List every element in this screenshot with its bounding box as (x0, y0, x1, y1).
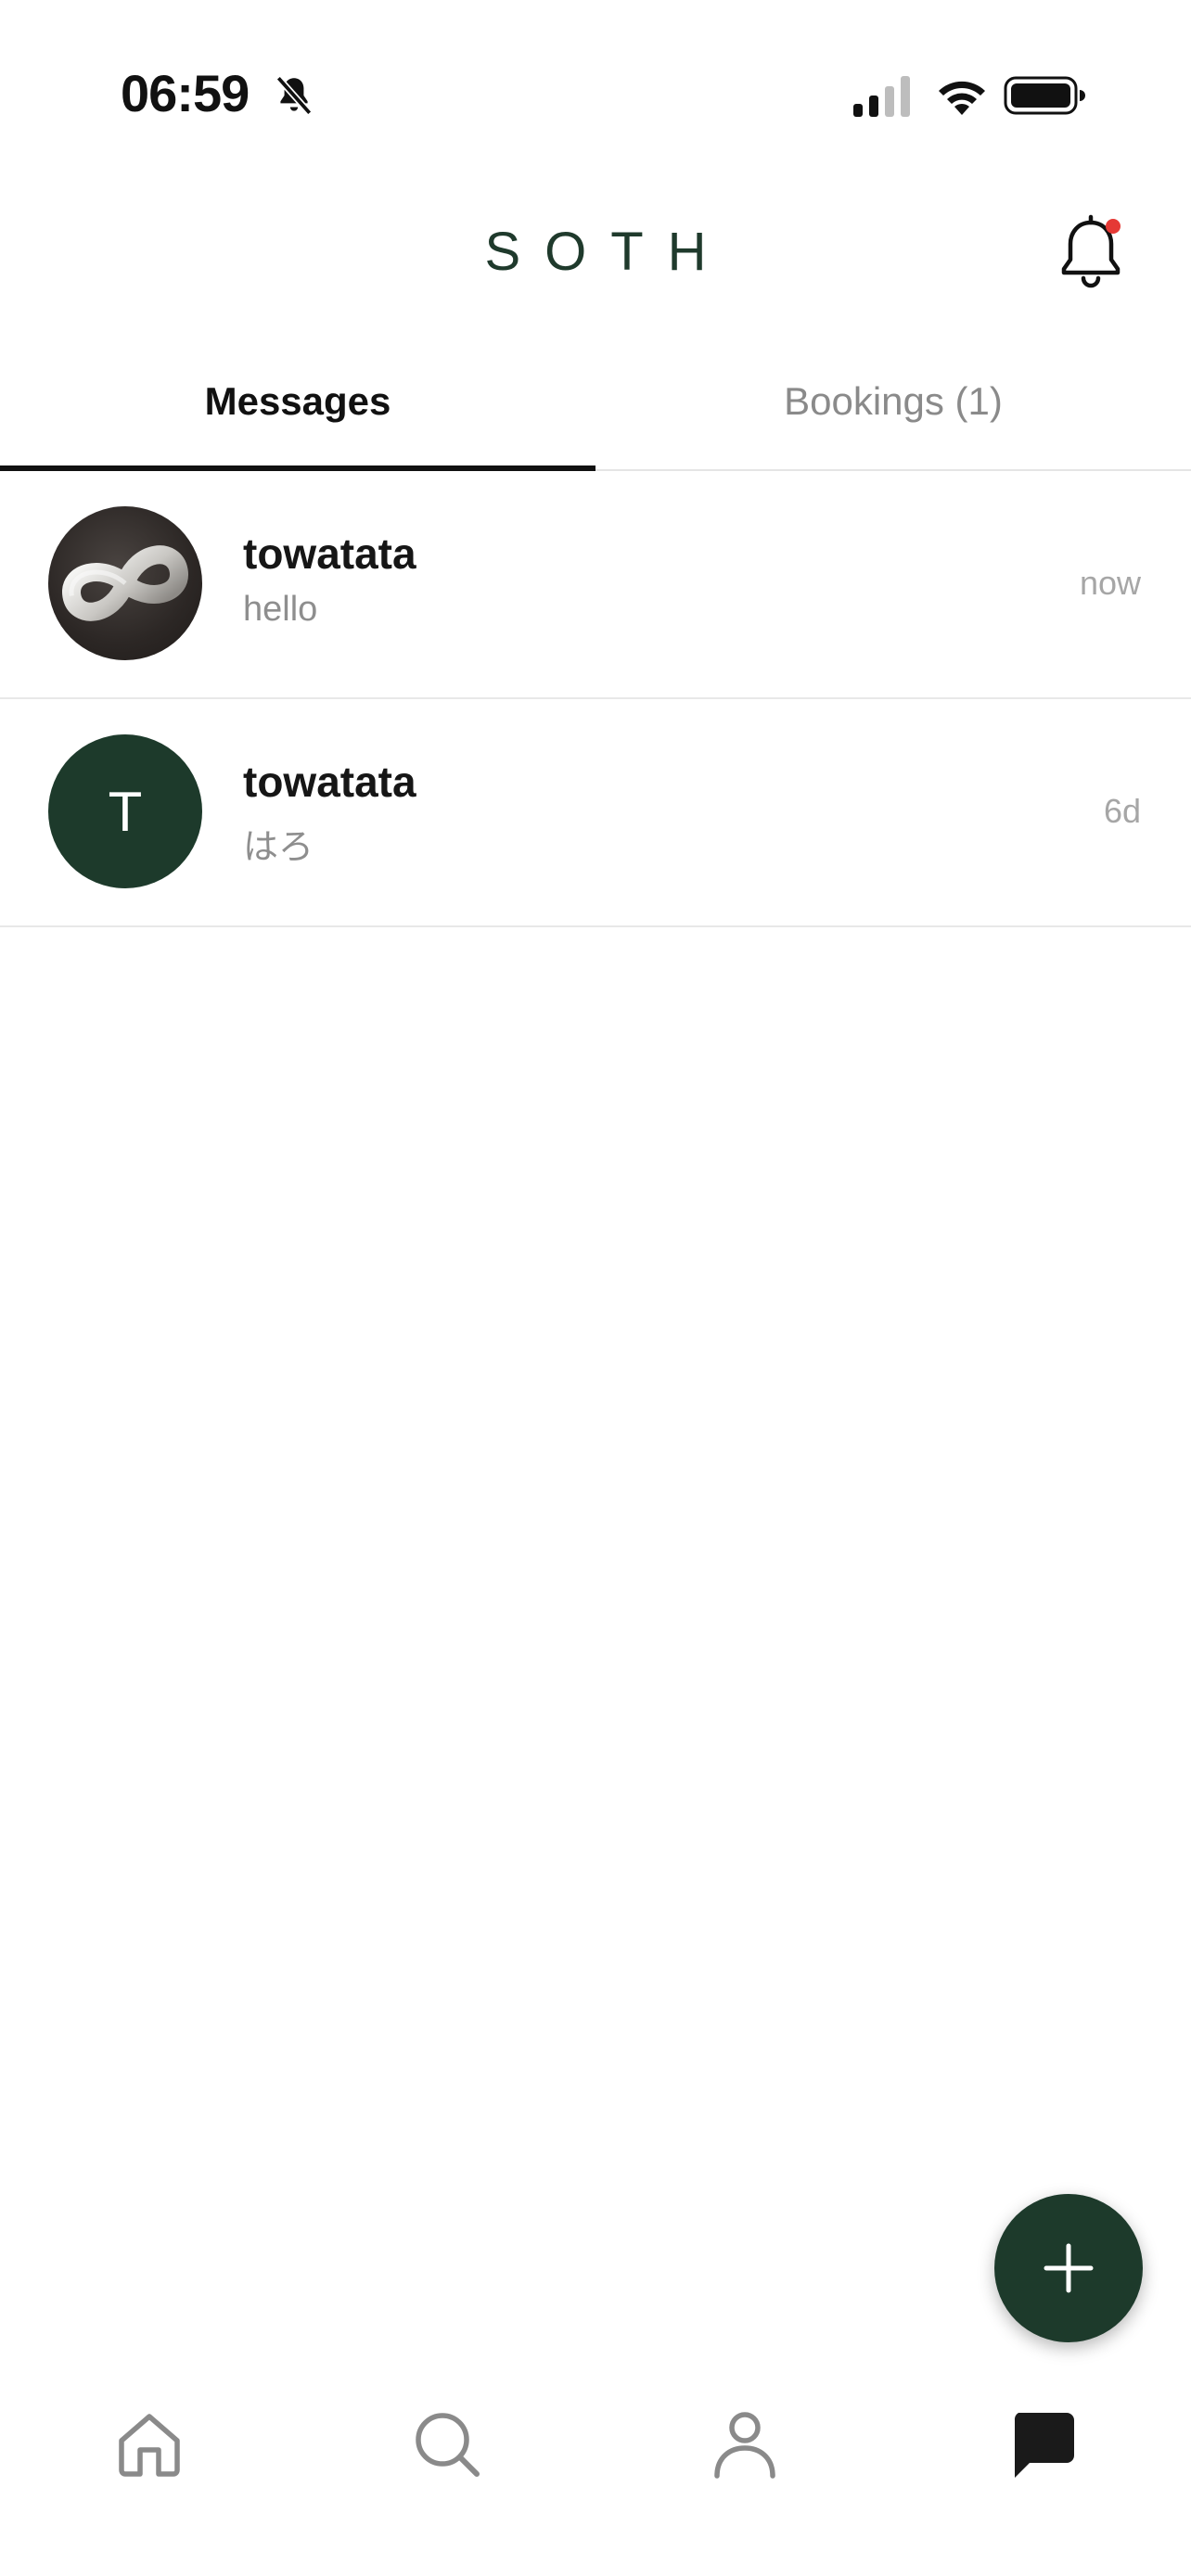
app-header: SOTH (0, 185, 1191, 325)
avatar (48, 506, 202, 660)
cellular-signal-icon (853, 76, 910, 117)
status-bar: 06:59 (0, 0, 1191, 185)
profile-icon (714, 2412, 775, 2479)
wifi-icon (939, 81, 985, 115)
avatar-image (62, 545, 188, 621)
avatar: T (48, 734, 202, 888)
conversation-preview: はろ (243, 828, 314, 867)
tab-bar: Messages Bookings (1) (0, 334, 1191, 471)
nav-home[interactable] (103, 2398, 196, 2491)
nav-search[interactable] (401, 2398, 493, 2491)
conversation-preview: hello (243, 590, 318, 629)
tab-bookings[interactable]: Bookings (1) (596, 334, 1191, 469)
conversation-row[interactable]: T towatata はろ 6d (0, 699, 1191, 927)
conversation-row[interactable]: towatata hello now (0, 471, 1191, 699)
nav-chat[interactable] (996, 2398, 1089, 2491)
notifications-button[interactable] (1056, 213, 1126, 293)
conversation-time: 6d (1103, 792, 1141, 830)
new-message-button[interactable] (994, 2194, 1143, 2342)
battery-icon (1004, 76, 1085, 115)
bell-icon (1061, 214, 1121, 288)
tab-messages[interactable]: Messages (0, 334, 596, 469)
nav-profile[interactable] (698, 2398, 791, 2491)
notification-dot (1106, 219, 1121, 234)
brand-logo: SOTH (484, 222, 731, 282)
search-icon (416, 2413, 480, 2477)
bell-slash-icon (275, 75, 313, 116)
plus-icon (1044, 2243, 1094, 2293)
tab-messages-label: Messages (204, 379, 391, 423)
conversation-name: towatata (243, 758, 416, 806)
avatar-initial: T (108, 780, 143, 843)
home-icon (119, 2414, 180, 2477)
conversation-name: towatata (243, 529, 416, 578)
chat-icon (1014, 2413, 1074, 2478)
tab-bookings-label: Bookings (1) (784, 379, 1003, 423)
conversation-list: towatata hello now T towatata はろ 6d (0, 471, 1191, 927)
conversation-time: now (1079, 564, 1141, 602)
bottom-nav (0, 2374, 1191, 2522)
status-time: 06:59 (121, 64, 250, 122)
